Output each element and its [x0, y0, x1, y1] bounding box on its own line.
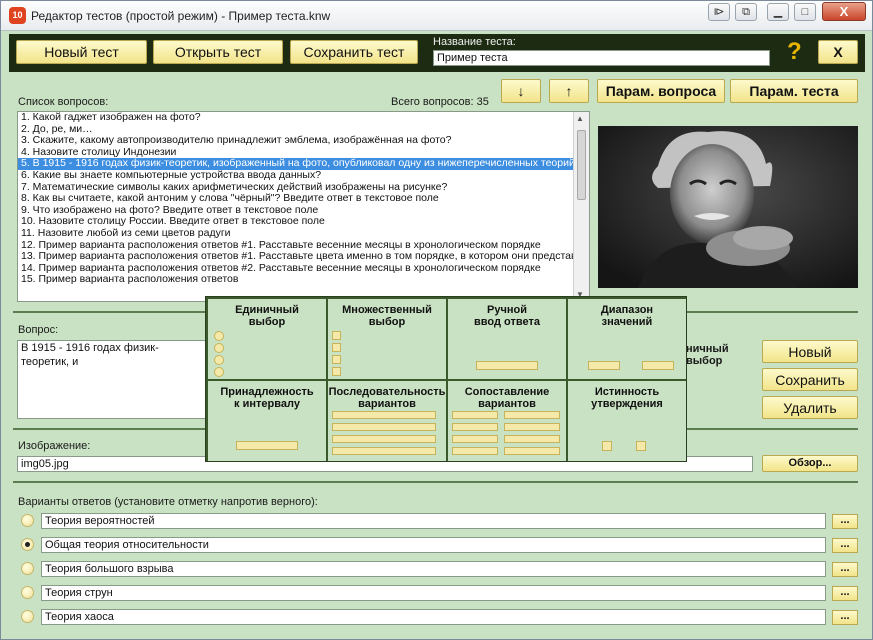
- answer-more-button[interactable]: ...: [832, 538, 858, 553]
- answer-text-input[interactable]: Общая теория относительности: [41, 537, 826, 553]
- question-list-item[interactable]: 11. Назовите любой из семи цветов радуги: [18, 228, 589, 240]
- answers-label: Варианты ответов (установите отметку нап…: [18, 496, 318, 508]
- type-matching[interactable]: Сопоставление вариантов: [448, 381, 566, 461]
- answer-text-input[interactable]: Теория вероятностей: [41, 513, 826, 529]
- question-list-item[interactable]: 9. Что изображено на фото? Введите ответ…: [18, 205, 589, 217]
- question-list-item[interactable]: 1. Какой гаджет изображен на фото?: [18, 112, 589, 124]
- type-single-choice[interactable]: Единичный выбор: [208, 299, 326, 379]
- editor-window: 10 Редактор тестов (простой режим) - При…: [0, 0, 873, 640]
- question-list-item[interactable]: 10. Назовите столицу России. Введите отв…: [18, 216, 589, 228]
- test-name-input[interactable]: Пример теста: [433, 50, 770, 66]
- question-list-item[interactable]: 15. Пример варианта расположения ответов: [18, 274, 589, 286]
- answer-correct-radio[interactable]: [21, 610, 34, 623]
- type-sequence[interactable]: Последовательность вариантов: [328, 381, 446, 461]
- question-text-input[interactable]: В 1915 - 1916 годах физик-теоретик, и: [17, 340, 207, 419]
- test-name-label: Название теста:: [433, 36, 516, 48]
- separator-bottom: [13, 481, 858, 483]
- type-multiple-choice[interactable]: Множественный выбор: [328, 299, 446, 379]
- scroll-thumb[interactable]: [577, 130, 586, 200]
- test-params-button[interactable]: Парам. теста: [730, 79, 858, 103]
- question-label: Вопрос:: [18, 324, 59, 336]
- answer-text-input[interactable]: Теория струн: [41, 585, 826, 601]
- pin-window-button[interactable]: ⧉: [735, 3, 757, 21]
- new-question-button[interactable]: Новый: [762, 340, 858, 363]
- question-type-label: ничный выбор: [686, 343, 729, 367]
- answer-more-button[interactable]: ...: [832, 610, 858, 625]
- move-down-button[interactable]: ↓: [501, 79, 541, 103]
- minimize-icon: ▁: [773, 6, 783, 18]
- minimize-button[interactable]: ▁: [767, 3, 789, 21]
- answer-more-button[interactable]: ...: [832, 562, 858, 577]
- question-list-item[interactable]: 12. Пример варианта расположения ответов…: [18, 240, 589, 252]
- question-list-item[interactable]: 13. Пример варианта расположения ответов…: [18, 251, 589, 263]
- type-manual-input[interactable]: Ручной ввод ответа: [448, 299, 566, 379]
- pin-icon: ⧉: [742, 6, 750, 18]
- answer-more-button[interactable]: ...: [832, 586, 858, 601]
- toolbar-close-button[interactable]: X: [818, 40, 858, 64]
- question-image: [598, 126, 858, 288]
- question-type-popup: ✖ Единичный выбор Множественный выбор Ру…: [205, 296, 687, 462]
- delete-question-button[interactable]: Удалить: [762, 396, 858, 419]
- question-list-item[interactable]: 2. До, ре, ми…: [18, 124, 589, 136]
- save-test-button[interactable]: Сохранить тест: [290, 40, 418, 64]
- browse-button[interactable]: Обзор...: [762, 455, 858, 472]
- window-title: Редактор тестов (простой режим) - Пример…: [31, 9, 331, 23]
- answer-correct-radio[interactable]: [21, 562, 34, 575]
- answer-text-input[interactable]: Теория хаоса: [41, 609, 826, 625]
- question-list[interactable]: 1. Какой гаджет изображен на фото? 2. До,…: [17, 111, 590, 302]
- answer-correct-radio[interactable]: [21, 538, 34, 551]
- question-list-scrollbar[interactable]: ▲ ▼: [573, 112, 589, 301]
- window-close-button[interactable]: X: [822, 2, 866, 21]
- open-test-button[interactable]: Открыть тест: [153, 40, 283, 64]
- save-question-button[interactable]: Сохранить: [762, 368, 858, 391]
- question-list-item[interactable]: 6. Какие вы знаете компьютерные устройст…: [18, 170, 589, 182]
- new-test-button[interactable]: Новый тест: [16, 40, 147, 64]
- answer-correct-radio[interactable]: [21, 514, 34, 527]
- maximize-button[interactable]: □: [794, 3, 816, 21]
- app-icon: 10: [9, 7, 26, 24]
- help-icon[interactable]: ?: [787, 38, 802, 66]
- question-list-label: Список вопросов:: [18, 96, 109, 108]
- type-true-false[interactable]: Истинность утверждения: [568, 381, 686, 461]
- question-list-item[interactable]: 4. Назовите столицу Индонезии: [18, 147, 589, 159]
- question-list-item[interactable]: 8. Как вы считаете, какой антоним у слов…: [18, 193, 589, 205]
- back-arrows-icon: ⧐: [713, 6, 725, 18]
- image-label: Изображение:: [18, 440, 91, 452]
- question-count: Всего вопросов: 35: [391, 96, 489, 108]
- title-bar: 10 Редактор тестов (простой режим) - При…: [1, 1, 872, 31]
- portrait-photo: [598, 126, 858, 288]
- question-params-button[interactable]: Парам. вопроса: [597, 79, 725, 103]
- type-interval-membership[interactable]: Принадлежность к интервалу: [208, 381, 326, 461]
- question-list-item[interactable]: 7. Математические символы каких арифмети…: [18, 182, 589, 194]
- question-list-item[interactable]: 3. Скажите, какому автопроизводителю при…: [18, 135, 589, 147]
- maximize-icon: □: [801, 6, 809, 18]
- answer-more-button[interactable]: ...: [832, 514, 858, 529]
- back-window-button[interactable]: ⧐: [708, 3, 730, 21]
- question-list-item[interactable]: 14. Пример варианта расположения ответов…: [18, 263, 589, 275]
- answer-text-input[interactable]: Теория большого взрыва: [41, 561, 826, 577]
- question-list-item[interactable]: 5. В 1915 - 1916 годах физик-теоретик, и…: [18, 158, 589, 170]
- type-value-range[interactable]: Диапазон значений: [568, 299, 686, 379]
- move-up-button[interactable]: ↑: [549, 79, 589, 103]
- scroll-up-icon[interactable]: ▲: [576, 114, 584, 123]
- answer-correct-radio[interactable]: [21, 586, 34, 599]
